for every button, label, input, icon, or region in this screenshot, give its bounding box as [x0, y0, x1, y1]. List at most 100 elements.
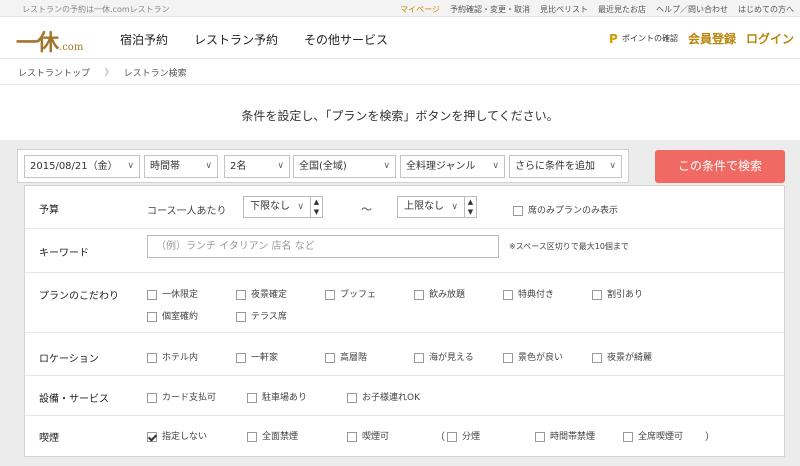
option-label: 全席喫煙可 [638, 432, 684, 442]
spinner-icon[interactable]: ▲ ▼ [310, 197, 322, 217]
conditions-panel: 予算 コース一人あたり 下限なし ∨ ▲ ▼ 〜 上限なし ∨ ▲ ▼ 席のみプランのみ表示… [24, 185, 785, 457]
compare-list-link[interactable]: 見比べリスト [540, 4, 588, 15]
smoking-row: 喫煙 指定しない 全面禁煙 喫煙可 （ 分煙 時間帯禁煙 全席喫煙可 ） [25, 416, 784, 456]
plan-option[interactable]: 特典付き [503, 287, 554, 300]
option-label: 喫煙可 [362, 432, 390, 442]
location-option[interactable]: ホテル内 [147, 350, 198, 363]
plan-option[interactable]: 割引あり [592, 287, 643, 300]
keyword-label: キーワード [39, 248, 89, 259]
option-label: 指定しない [162, 432, 208, 442]
logo-domain: .com [59, 42, 84, 53]
chevron-down-icon: ∨ [492, 161, 499, 171]
checkbox-icon [147, 311, 157, 322]
more-conditions-value: さらに条件を追加 [515, 161, 595, 172]
login-link[interactable]: ログイン [746, 30, 794, 47]
location-row: ロケーション ホテル内 一軒家 高層階 海が見える 景色が良い 夜景が綺麗 [25, 333, 784, 376]
nav-hotel[interactable]: 宿泊予約 [120, 31, 168, 48]
checkbox-icon [535, 431, 545, 442]
smoking-option[interactable]: 時間帯禁煙 [535, 429, 595, 442]
checkbox-icon [414, 352, 424, 363]
option-label: テラス席 [251, 312, 287, 322]
chevron-right-icon: › [104, 59, 110, 85]
reservation-manage-link[interactable]: 予約確認・変更・取消 [450, 4, 530, 15]
seat-only-checkbox[interactable]: 席のみプランのみ表示 [513, 203, 618, 216]
register-link[interactable]: 会員登録 [688, 30, 736, 47]
checkbox-icon [236, 352, 246, 363]
facility-option[interactable]: 駐車場あり [247, 390, 307, 403]
date-select[interactable]: 2015/08/21（金） ∨ [24, 155, 140, 178]
chevron-down-icon: ∨ [277, 161, 284, 171]
option-label: 分煙 [462, 432, 481, 442]
recent-shops-link[interactable]: 最近見たお店 [598, 4, 646, 15]
option-label: 全面禁煙 [262, 432, 299, 442]
budget-max-value: 上限なし [404, 201, 444, 212]
logo-mark: 一休 [16, 30, 59, 56]
location-option[interactable]: 景色が良い [503, 350, 563, 363]
plan-option[interactable]: ブッフェ [325, 287, 376, 300]
checkbox-icon [236, 289, 246, 300]
plan-option[interactable]: 夜景確定 [236, 287, 287, 300]
budget-min-select[interactable]: 下限なし ∨ ▲ ▼ [243, 196, 323, 218]
checkbox-icon [325, 352, 335, 363]
option-label: カード支払可 [162, 393, 217, 403]
plan-option[interactable]: テラス席 [236, 309, 287, 322]
breadcrumb: レストラントップ › レストラン検索 [18, 59, 187, 85]
plan-label: プランのこだわり [39, 291, 119, 302]
location-option[interactable]: 夜景が綺麗 [592, 350, 652, 363]
facility-option[interactable]: カード支払可 [147, 390, 216, 403]
breadcrumb-restaurant-top[interactable]: レストラントップ [18, 66, 90, 79]
site-header: 一休 .com 宿泊予約 レストラン予約 その他サービス P ポイントの確認 会… [0, 17, 800, 59]
plan-option[interactable]: 個室確約 [147, 309, 198, 322]
smoking-option[interactable]: 分煙 [447, 429, 480, 442]
plan-row: プランのこだわり 一休限定 夜景確定 ブッフェ 飲み放題 特典付き 割引あり 個… [25, 273, 784, 333]
nav-other-services[interactable]: その他サービス [304, 31, 388, 48]
facility-label: 設備・サービス [39, 394, 109, 405]
chevron-down-icon: ∨ [609, 161, 616, 171]
checkbox-icon [447, 431, 457, 442]
checkbox-icon [623, 431, 633, 442]
smoking-label: 喫煙 [39, 433, 59, 444]
location-option[interactable]: 一軒家 [236, 350, 278, 363]
chevron-down-icon: ∨ [205, 161, 212, 171]
plan-option[interactable]: 飲み放題 [414, 287, 465, 300]
option-label: ホテル内 [162, 353, 199, 363]
smoking-option[interactable]: 全面禁煙 [247, 429, 298, 442]
budget-min-value: 下限なし [250, 201, 290, 212]
time-select[interactable]: 時間帯 ∨ [144, 155, 218, 178]
people-select[interactable]: 2名 ∨ [224, 155, 290, 178]
points-label: ポイントの確認 [621, 34, 678, 43]
search-button[interactable]: この条件で検索 [655, 150, 785, 183]
points-link[interactable]: P ポイントの確認 [609, 33, 678, 45]
mypage-link[interactable]: マイページ [400, 4, 440, 15]
site-tagline: レストランの予約は一休.comレストラン [22, 5, 170, 14]
genre-select[interactable]: 全料理ジャンル ∨ [400, 155, 505, 178]
area-select[interactable]: 全国(全域) ∨ [293, 155, 396, 178]
option-label: 時間帯禁煙 [550, 432, 596, 442]
smoking-option[interactable]: 全席喫煙可 [623, 429, 683, 442]
location-option[interactable]: 海が見える [414, 350, 474, 363]
option-label: 駐車場あり [262, 393, 308, 403]
facility-option[interactable]: お子様連れOK [347, 390, 420, 403]
plan-option[interactable]: 一休限定 [147, 287, 198, 300]
paren-open: （ [435, 432, 445, 443]
more-conditions-select[interactable]: さらに条件を追加 ∨ [509, 155, 622, 178]
nav-restaurant[interactable]: レストラン予約 [194, 31, 278, 48]
search-instruction: 条件を設定し、「プランを検索」ボタンを押してください。 [241, 109, 559, 123]
location-option[interactable]: 高層階 [325, 350, 367, 363]
budget-max-select[interactable]: 上限なし ∨ ▲ ▼ [397, 196, 477, 218]
spinner-icon[interactable]: ▲ ▼ [464, 197, 476, 217]
smoking-option[interactable]: 指定しない [147, 429, 207, 442]
budget-row: 予算 コース一人あたり 下限なし ∨ ▲ ▼ 〜 上限なし ∨ ▲ ▼ 席のみプランのみ表示 [25, 186, 784, 229]
area-value: 全国(全域) [299, 161, 347, 172]
first-time-link[interactable]: はじめての方へ [738, 4, 794, 15]
chevron-down-icon: ∨ [297, 202, 304, 212]
option-label: 景色が良い [518, 353, 564, 363]
checkbox-icon [414, 289, 424, 300]
budget-label: 予算 [39, 205, 59, 216]
smoking-option[interactable]: 喫煙可 [347, 429, 389, 442]
keyword-input[interactable]: （例）ランチ イタリアン 店名 など [147, 235, 499, 258]
checkbox-icon [147, 352, 157, 363]
ikyu-logo[interactable]: 一休 .com [16, 25, 83, 57]
people-value: 2名 [230, 161, 247, 172]
help-link[interactable]: ヘルプ／問い合わせ [656, 4, 728, 15]
